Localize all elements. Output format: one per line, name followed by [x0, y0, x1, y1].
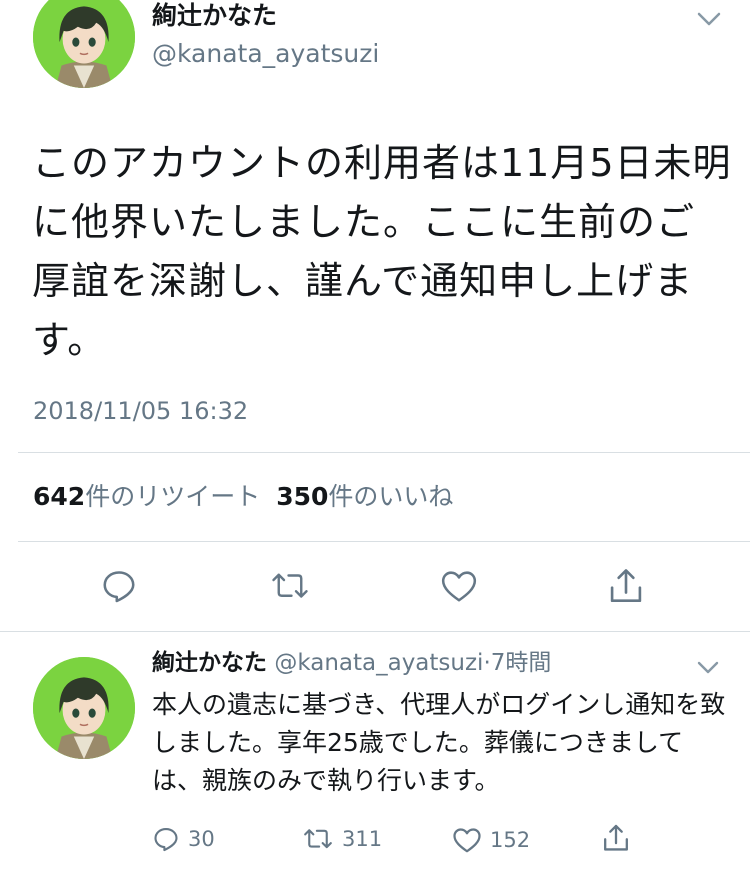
share-icon [610, 569, 642, 603]
section-divider [0, 631, 750, 632]
retweet-count: 642 [33, 482, 86, 511]
retweet-label: 件のリツイート [85, 482, 261, 511]
reply-count: 30 [188, 827, 215, 851]
divider [18, 541, 750, 542]
like-button[interactable] [440, 568, 478, 604]
like-stat[interactable]: 350件のいいね [276, 482, 453, 511]
retweet-icon [304, 829, 332, 849]
like-icon [441, 571, 477, 602]
divider [18, 452, 750, 453]
reply-handle[interactable]: @kanata_ayatsuzi [274, 650, 483, 676]
retweet-icon [272, 573, 308, 598]
reply-icon [103, 571, 135, 603]
reply-time[interactable]: 7時間 [491, 650, 552, 676]
like-count: 152 [490, 828, 531, 852]
share-button[interactable] [608, 566, 644, 606]
retweet-count: 311 [342, 827, 383, 851]
tweet-timestamp[interactable]: 2018/11/05 16:32 [33, 395, 248, 427]
reply-reply-button[interactable]: 30 [152, 825, 215, 853]
reply-retweet-button[interactable]: 311 [302, 825, 382, 853]
tweet-detail-page: 絢辻かなた @kanata_ayatsuzi このアカウントの利用者は11月5日… [0, 0, 750, 871]
reply-like-button[interactable]: 152 [452, 826, 530, 854]
user-handle[interactable]: @kanata_ayatsuzi [152, 38, 379, 70]
tweet-stats: 642件のリツイート 350件のいいね [33, 480, 453, 514]
user-avatar[interactable] [33, 0, 135, 88]
reply-separator: · [483, 650, 491, 676]
like-count: 350 [276, 482, 329, 511]
avatar-character-image [33, 0, 135, 88]
like-label: 件のいいね [328, 482, 454, 511]
reply-share-button[interactable] [602, 822, 630, 854]
share-icon [604, 824, 628, 851]
display-name[interactable]: 絢辻かなた [152, 0, 277, 34]
retweet-stat[interactable]: 642件のリツイート [33, 482, 260, 511]
like-icon [453, 828, 481, 853]
reply-icon [154, 828, 178, 852]
chevron-down-icon[interactable] [695, 658, 721, 678]
tweet-text: このアカウントの利用者は11月5日未明に他界いたしました。ここに生前のご厚誼を深… [32, 141, 732, 362]
chevron-down-icon[interactable] [695, 8, 723, 30]
reply-button[interactable] [100, 567, 138, 605]
reply-tweet-text: 本人の遺志に基づき、代理人がログインし通知を致しました。享年25歳でした。葬儀に… [152, 690, 726, 795]
reply-user-avatar[interactable] [33, 657, 135, 759]
retweet-button[interactable] [270, 568, 310, 604]
reply-display-name[interactable]: 絢辻かなた [152, 650, 267, 676]
reply-header: 絢辻かなた @kanata_ayatsuzi·7時間 [152, 647, 551, 679]
avatar-character-image [33, 657, 135, 759]
